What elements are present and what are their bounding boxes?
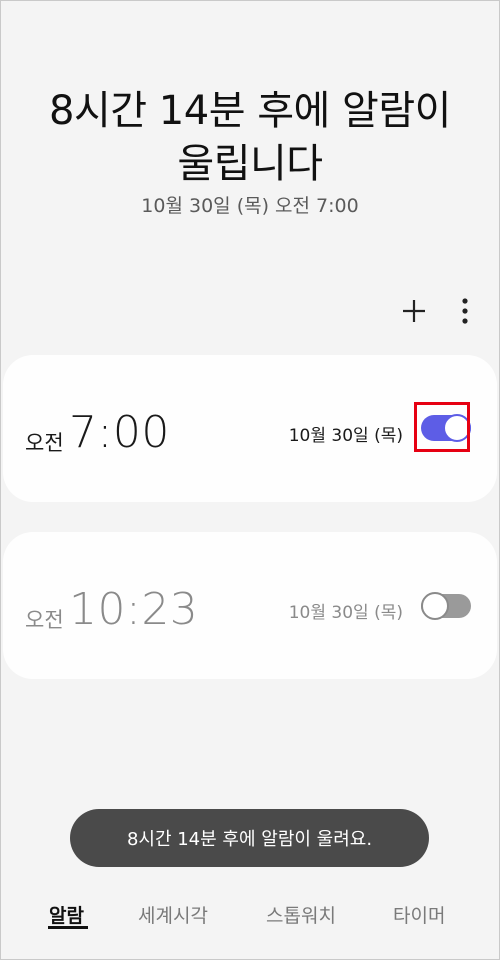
alarm-card-2[interactable]: 오전 10:23 10월 30일 (목) — [3, 532, 497, 679]
alarm-toggle-off[interactable] — [421, 592, 471, 620]
more-vertical-icon — [462, 298, 468, 324]
alarm-time: 10:23 — [69, 584, 199, 635]
alarm-date: 10월 30일 (목) — [288, 426, 403, 446]
active-tab-indicator — [48, 926, 88, 929]
tab-alarm[interactable]: 알람 — [49, 901, 84, 928]
next-alarm-header: 8시간 14분 후에 알람이 울립니다 10월 30일 (목) 오전 7:00 — [1, 1, 499, 301]
alarm-time: 7:00 — [69, 407, 170, 458]
alarm-toggle-on[interactable] — [421, 414, 471, 442]
bottom-tab-bar: 알람 세계시각 스톱워치 타이머 — [1, 893, 499, 943]
plus-icon — [403, 300, 425, 322]
toast-message: 8시간 14분 후에 알람이 울려요. — [70, 809, 429, 867]
next-alarm-headline: 8시간 14분 후에 알람이 울립니다 — [1, 85, 499, 191]
alarm-date: 10월 30일 (목) — [288, 603, 403, 623]
more-options-button[interactable] — [443, 289, 487, 333]
next-alarm-datetime: 10월 30일 (목) 오전 7:00 — [141, 195, 359, 217]
headline-line-1: 8시간 14분 후에 알람이 — [49, 88, 451, 134]
alarm-ampm: 오전 — [25, 608, 64, 632]
tab-stopwatch[interactable]: 스톱워치 — [266, 901, 336, 928]
tab-timer[interactable]: 타이머 — [393, 901, 445, 928]
tab-world-clock[interactable]: 세계시각 — [138, 901, 208, 928]
toggle-knob — [421, 592, 449, 620]
headline-line-2: 울립니다 — [177, 141, 323, 187]
alarm-card-1[interactable]: 오전 7:00 10월 30일 (목) — [3, 355, 497, 502]
alarm-ampm: 오전 — [25, 431, 64, 455]
add-alarm-button[interactable] — [392, 289, 436, 333]
toggle-knob — [443, 414, 471, 442]
clock-app-screen: 8시간 14분 후에 알람이 울립니다 10월 30일 (목) 오전 7:00 … — [0, 0, 500, 960]
